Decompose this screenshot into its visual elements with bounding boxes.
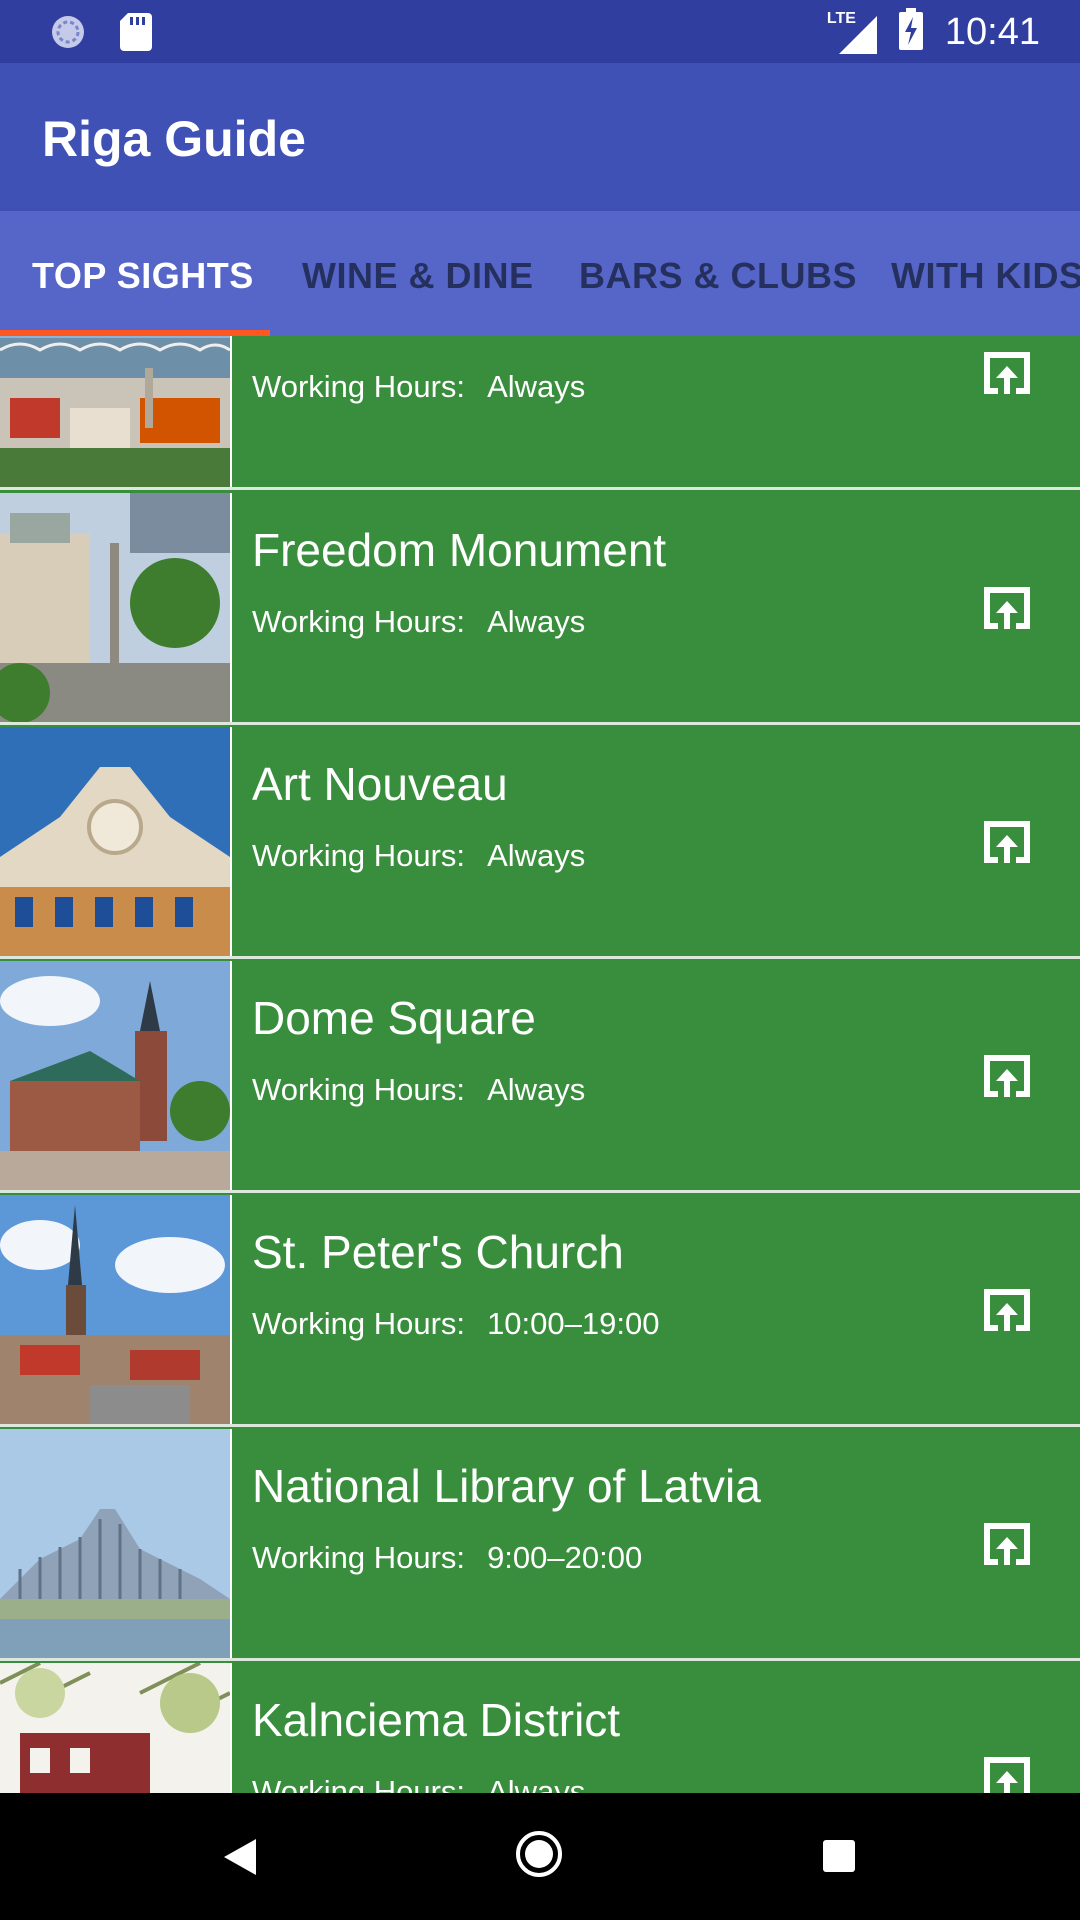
tab-top-sights[interactable]: TOP SIGHTS [32, 255, 254, 297]
list-item[interactable]: Art Nouveau Working Hours: Always [0, 727, 1080, 959]
back-triangle-icon[interactable] [222, 1837, 258, 1882]
list-item[interactable]: National Library of Latvia Working Hours… [0, 1429, 1080, 1661]
hours-value: 10:00–19:00 [487, 1306, 660, 1341]
hours-label: Working Hours: [252, 1306, 466, 1341]
thumbnail-freedom-monument [0, 493, 232, 722]
list-item[interactable]: Freedom Monument Working Hours: Always [0, 493, 1080, 725]
open-in-new-icon[interactable] [980, 1285, 1034, 1335]
working-hours: Working Hours: Always [252, 603, 585, 641]
open-in-new-icon[interactable] [980, 1753, 1034, 1793]
sight-title: Freedom Monument [252, 524, 667, 576]
list-item[interactable]: Kalnciema District Working Hours: Always [0, 1663, 1080, 1793]
hours-label: Working Hours: [252, 838, 466, 873]
thumbnail-art-nouveau-facade [0, 727, 232, 956]
working-hours: Working Hours: Always [252, 837, 585, 875]
sight-title: Kalnciema District [252, 1694, 621, 1746]
working-hours: Working Hours: 9:00–20:00 [252, 1539, 642, 1577]
thumbnail-riga-panorama [0, 336, 232, 487]
working-hours: Working Hours: Always [252, 1071, 585, 1109]
hours-value: Always [487, 604, 586, 639]
tab-bars-clubs[interactable]: BARS & CLUBS [579, 255, 857, 297]
hours-label: Working Hours: [252, 1072, 466, 1107]
tab-wine-dine[interactable]: WINE & DINE [302, 255, 534, 297]
sight-title: National Library of Latvia [252, 1460, 761, 1512]
recents-square-icon[interactable] [822, 1839, 856, 1878]
working-hours: Working Hours: Always [252, 368, 585, 406]
list-item[interactable]: St. Peter's Church Working Hours: 10:00–1… [0, 1195, 1080, 1427]
thumbnail-dome-cathedral [0, 961, 232, 1190]
hours-value: Always [487, 369, 586, 404]
sight-title: St. Peter's Church [252, 1226, 624, 1278]
working-hours: Working Hours: Always [252, 1773, 585, 1793]
status-bar: LTE 10:41 [0, 0, 1080, 63]
thumbnail-kalnciema-house [0, 1663, 232, 1793]
battery-charging-icon [898, 8, 923, 55]
open-in-new-icon[interactable] [980, 348, 1034, 398]
hours-label: Working Hours: [252, 604, 466, 639]
app-title: Riga Guide [42, 111, 306, 167]
thumbnail-st-peters-spire [0, 1195, 232, 1424]
working-hours: Working Hours: 10:00–19:00 [252, 1305, 659, 1343]
hours-value: 9:00–20:00 [487, 1540, 643, 1575]
sights-list[interactable]: Working Hours: Always Freedom Monument Wo… [0, 336, 1080, 1793]
tab-with-kids[interactable]: WITH KIDS [891, 255, 1080, 297]
hours-value: Always [487, 1774, 586, 1793]
hours-label: Working Hours: [252, 369, 466, 404]
lte-signal-icon: LTE [827, 10, 877, 54]
hours-label: Working Hours: [252, 1540, 466, 1575]
sight-title: Art Nouveau [252, 758, 508, 810]
thumbnail-national-library [0, 1429, 232, 1658]
sight-title: Dome Square [252, 992, 536, 1044]
hours-value: Always [487, 1072, 586, 1107]
hours-label: Working Hours: [252, 1774, 466, 1793]
open-in-new-icon[interactable] [980, 1051, 1034, 1101]
navigation-bar [0, 1793, 1080, 1920]
home-circle-icon[interactable] [514, 1829, 564, 1884]
tab-bar: TOP SIGHTS WINE & DINE BARS & CLUBS WITH… [0, 211, 1080, 336]
app-bar: Riga Guide [0, 63, 1080, 211]
sync-icon [48, 12, 88, 57]
list-item[interactable]: Dome Square Working Hours: Always [0, 961, 1080, 1193]
hours-value: Always [487, 838, 586, 873]
open-in-new-icon[interactable] [980, 817, 1034, 867]
list-item[interactable]: Working Hours: Always [0, 336, 1080, 490]
sd-card-icon [120, 13, 152, 56]
open-in-new-icon[interactable] [980, 1519, 1034, 1569]
clock: 10:41 [944, 10, 1040, 53]
open-in-new-icon[interactable] [980, 583, 1034, 633]
